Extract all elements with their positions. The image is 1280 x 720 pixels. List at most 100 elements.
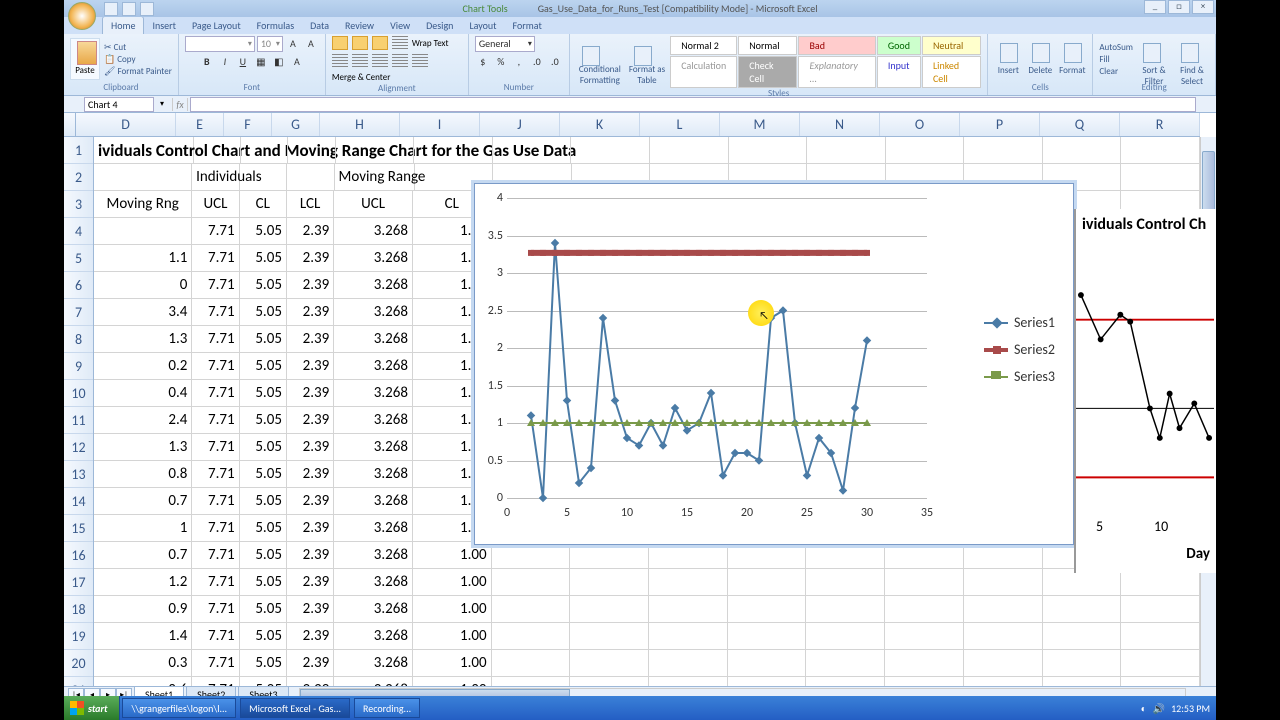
cell[interactable] (728, 677, 807, 686)
cell[interactable]: 3.4 (94, 299, 192, 325)
cell[interactable]: Moving Rng (94, 191, 192, 217)
cell[interactable] (287, 164, 334, 190)
cell[interactable]: 2.39 (287, 272, 334, 298)
cell[interactable] (807, 137, 886, 163)
cell[interactable]: 5.05 (240, 434, 287, 460)
cell[interactable]: 7.71 (192, 245, 239, 271)
cell[interactable]: 2.39 (287, 326, 334, 352)
cell[interactable]: 3.268 (334, 299, 413, 325)
vscroll-thumb[interactable] (1202, 151, 1215, 211)
delete-cells-button[interactable]: Delete (1026, 39, 1054, 79)
row-header-5[interactable]: 5 (64, 245, 93, 272)
cell[interactable]: 1.00 (413, 650, 492, 676)
cell[interactable]: 5.05 (240, 488, 287, 514)
cell[interactable]: 7.71 (192, 650, 239, 676)
cell[interactable]: 0.9 (94, 596, 192, 622)
cell[interactable] (649, 542, 728, 568)
col-header-I[interactable]: I (400, 113, 480, 136)
cell[interactable] (964, 677, 1043, 686)
cell[interactable]: 5.05 (240, 596, 287, 622)
align-top-button[interactable] (332, 36, 348, 50)
cell[interactable]: 0 (94, 272, 192, 298)
tray-icon[interactable]: 🔊 (1153, 702, 1165, 715)
cell[interactable] (806, 677, 885, 686)
cell[interactable] (649, 650, 728, 676)
cell[interactable]: 3.268 (334, 407, 413, 433)
dec-decimal-button[interactable]: .0 (547, 54, 563, 70)
row-header-15[interactable]: 15 (64, 515, 93, 542)
cell[interactable]: 2.39 (287, 677, 334, 686)
paste-button[interactable]: Paste (70, 38, 100, 80)
cell[interactable]: 2.39 (287, 515, 334, 541)
legend-series3[interactable]: Series3 (984, 368, 1055, 385)
cell[interactable] (1121, 596, 1200, 622)
cell[interactable] (1043, 596, 1122, 622)
cell[interactable]: 2.39 (287, 650, 334, 676)
col-header-E[interactable]: E (176, 113, 224, 136)
align-bottom-button[interactable] (372, 36, 388, 50)
cell[interactable]: 3.268 (334, 272, 413, 298)
menu-tab-layout[interactable]: Layout (461, 17, 504, 34)
cell[interactable]: 7.71 (192, 461, 239, 487)
cell[interactable] (964, 650, 1043, 676)
style-normal[interactable]: Normal (738, 36, 797, 55)
cell[interactable] (336, 137, 415, 163)
taskbar-item-explorer[interactable]: \\grangerfiles\logon\l... (122, 698, 236, 718)
row-header-21[interactable]: 21 (64, 677, 93, 686)
style-neutral[interactable]: Neutral (922, 36, 981, 55)
row-header-20[interactable]: 20 (64, 650, 93, 677)
cell[interactable]: 5.05 (240, 326, 287, 352)
fx-icon[interactable]: fx (172, 98, 188, 111)
row-header-10[interactable]: 10 (64, 380, 93, 407)
insert-cells-button[interactable]: Insert (994, 39, 1022, 79)
cell[interactable]: 1.00 (413, 677, 492, 686)
row-header-18[interactable]: 18 (64, 596, 93, 623)
align-left-button[interactable] (332, 54, 348, 68)
row-header-11[interactable]: 11 (64, 407, 93, 434)
menu-tab-data[interactable]: Data (302, 17, 337, 34)
cell[interactable] (728, 596, 807, 622)
qat-save-icon[interactable] (104, 2, 118, 16)
clock[interactable]: 12:53 PM (1171, 702, 1210, 715)
cell[interactable] (806, 623, 885, 649)
cell[interactable] (1121, 677, 1200, 686)
cell[interactable] (964, 542, 1043, 568)
indent-dec-button[interactable] (392, 54, 408, 68)
cell[interactable] (241, 137, 288, 163)
row-header-6[interactable]: 6 (64, 272, 93, 299)
cell[interactable] (570, 650, 649, 676)
start-button[interactable]: start (64, 696, 120, 720)
cell[interactable]: 1.1 (94, 245, 192, 271)
style-good[interactable]: Good (877, 36, 921, 55)
cell[interactable] (1121, 623, 1200, 649)
cell[interactable]: 7.71 (192, 434, 239, 460)
cell[interactable]: 0.8 (94, 461, 192, 487)
cell[interactable]: 7.71 (192, 623, 239, 649)
cell[interactable] (649, 569, 728, 595)
cell[interactable] (493, 137, 572, 163)
legend-series1[interactable]: Series1 (984, 314, 1055, 331)
cell[interactable] (886, 137, 965, 163)
cell[interactable]: 2.39 (287, 434, 334, 460)
cell[interactable]: 3.268 (334, 353, 413, 379)
font-size-combo[interactable]: 10 (257, 36, 283, 52)
cell[interactable]: 3.268 (334, 380, 413, 406)
menu-tab-formulas[interactable]: Formulas (249, 17, 302, 34)
cell[interactable]: 7.71 (192, 569, 239, 595)
cell[interactable] (806, 569, 885, 595)
cell[interactable] (414, 137, 493, 163)
cell[interactable]: 7.71 (192, 488, 239, 514)
cell[interactable]: 5.05 (240, 623, 287, 649)
style-bad[interactable]: Bad (798, 36, 875, 55)
col-header-F[interactable]: F (224, 113, 272, 136)
cell[interactable]: 5.05 (240, 461, 287, 487)
cell[interactable] (492, 623, 571, 649)
orientation-button[interactable] (392, 36, 408, 50)
align-center-button[interactable] (352, 54, 368, 68)
col-header-N[interactable]: N (800, 113, 880, 136)
menu-tab-review[interactable]: Review (337, 17, 382, 34)
cell[interactable] (806, 650, 885, 676)
cell[interactable] (885, 677, 964, 686)
cell[interactable]: 7.71 (192, 272, 239, 298)
percent-button[interactable]: % (493, 54, 509, 70)
